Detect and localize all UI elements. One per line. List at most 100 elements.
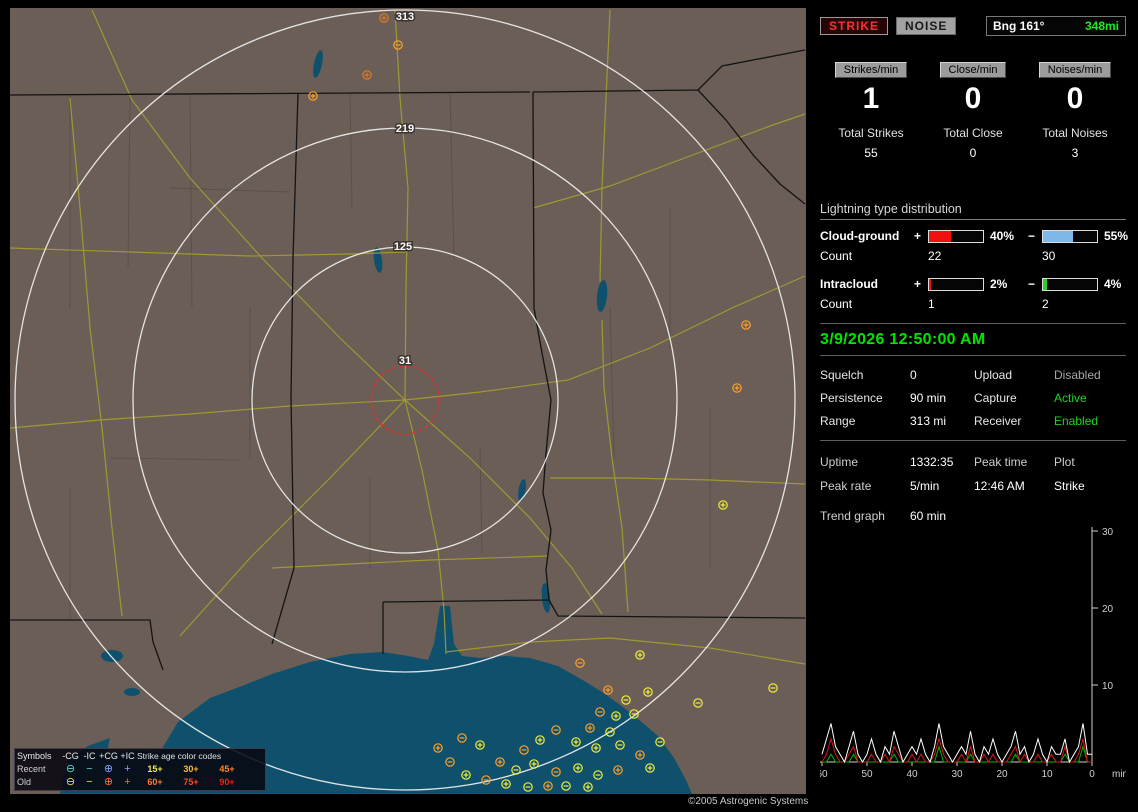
trend-graph: 30 20 10 60 50 40 30 20 10 0 min	[820, 527, 1126, 785]
minus-sign: −	[1028, 277, 1042, 291]
legend-neg-cg-header: -CG	[61, 750, 80, 763]
close-column: Close/min 0 Total Close 0	[922, 62, 1024, 160]
noises-per-min-value: 0	[1024, 84, 1126, 114]
age-90: 90+	[209, 776, 245, 789]
recent-neg-cg-icon: ⊖	[61, 763, 80, 776]
lightning-map[interactable]: 313 219 125 31 Symbols -CG -IC +CG +IC S…	[10, 8, 806, 794]
capture-status: Active	[1054, 391, 1126, 405]
old-pos-cg-icon: ⊕	[99, 776, 118, 789]
upload-status: Disabled	[1054, 368, 1126, 382]
svg-text:20: 20	[996, 769, 1008, 780]
bearing-value: Bng 161°	[993, 19, 1044, 33]
trend-series-strikes-per-min	[822, 724, 1092, 763]
strike-symbol	[394, 41, 402, 49]
divider	[820, 440, 1126, 441]
status-panel: STRIKE NOISE Bng 161° 348mi Strikes/min …	[812, 8, 1130, 804]
noise-indicator-button[interactable]: NOISE	[896, 17, 956, 35]
cg-minus-pct: 55%	[1100, 229, 1128, 243]
ring-label-31: 31	[399, 355, 411, 367]
svg-text:0: 0	[1089, 769, 1095, 780]
total-strikes-label: Total Strikes	[820, 126, 922, 140]
close-per-min-button[interactable]: Close/min	[940, 62, 1007, 78]
indicator-bar: STRIKE NOISE Bng 161° 348mi	[820, 16, 1126, 36]
trend-graph-header: Trend graph 60 min	[820, 509, 1126, 523]
ic-minus-count: 2	[1042, 297, 1100, 311]
divider	[820, 355, 1126, 356]
cloud-ground-count-row: Count 22 30	[820, 249, 1126, 263]
strike-symbol	[742, 321, 750, 329]
divider	[820, 323, 1126, 324]
plot-label: Plot	[1054, 455, 1126, 469]
age-45: 45+	[209, 763, 245, 776]
squelch-label: Squelch	[820, 368, 910, 382]
cloud-ground-label: Cloud-ground	[820, 229, 914, 243]
svg-text:30: 30	[951, 769, 963, 780]
intracloud-row: Intracloud + 2% − 4%	[820, 277, 1126, 291]
uptime-value: 1332:35	[910, 455, 974, 469]
strike-indicator-button[interactable]: STRIKE	[820, 17, 888, 35]
strike-symbol	[576, 659, 584, 667]
rate-counters: Strikes/min 1 Total Strikes 55 Close/min…	[820, 62, 1126, 160]
uptime-label: Uptime	[820, 455, 910, 469]
cg-minus-count: 30	[1042, 249, 1100, 263]
age-75: 75+	[173, 776, 209, 789]
old-neg-ic-icon: −	[80, 776, 99, 789]
road-lines	[10, 10, 805, 664]
age-60: 60+	[137, 776, 173, 789]
peak-rate-value: 5/min	[910, 479, 974, 493]
datetime-display: 3/9/2026 12:50:00 AM	[820, 331, 1126, 349]
legend-old-label: Old	[17, 776, 61, 789]
county-lines	[70, 92, 710, 618]
svg-text:50: 50	[861, 769, 873, 780]
stats-grid: Uptime 1332:35 Peak time Plot Peak rate …	[820, 455, 1126, 493]
total-strikes-value: 55	[820, 146, 922, 160]
trend-window-value: 60 min	[910, 509, 1126, 523]
strike-symbol	[719, 501, 727, 509]
strike-symbol	[644, 688, 652, 696]
ring-label-219: 219	[396, 123, 414, 135]
distribution-title: Lightning type distribution	[820, 202, 1126, 220]
strike-symbol	[622, 696, 630, 704]
legend-pos-cg-header: +CG	[99, 750, 118, 763]
ic-plus-pct: 2%	[986, 277, 1028, 291]
upload-label: Upload	[974, 368, 1054, 382]
recent-pos-cg-icon: ⊕	[99, 763, 118, 776]
strikes-per-min-value: 1	[820, 84, 922, 114]
ic-plus-bar	[928, 278, 984, 291]
squelch-value: 0	[910, 368, 974, 382]
old-pos-ic-icon: +	[118, 776, 137, 789]
peak-rate-label: Peak rate	[820, 479, 910, 493]
ic-minus-bar	[1042, 278, 1098, 291]
intracloud-count-row: Count 1 2	[820, 297, 1126, 311]
recent-neg-ic-icon: −	[80, 763, 99, 776]
total-noises-label: Total Noises	[1024, 126, 1126, 140]
minus-sign: −	[1028, 229, 1042, 243]
close-per-min-value: 0	[922, 84, 1024, 114]
cg-plus-pct: 40%	[986, 229, 1028, 243]
old-neg-cg-icon: ⊖	[61, 776, 80, 789]
map-canvas: 313 219 125 31	[10, 8, 806, 794]
legend-neg-ic-header: -IC	[80, 750, 99, 763]
noises-per-min-button[interactable]: Noises/min	[1039, 62, 1111, 78]
persistence-value: 90 min	[910, 391, 974, 405]
ic-minus-pct: 4%	[1100, 277, 1126, 291]
range-value: 313 mi	[910, 414, 974, 428]
age-30: 30+	[173, 763, 209, 776]
total-close-label: Total Close	[922, 126, 1024, 140]
peak-time-label: Peak time	[974, 455, 1054, 469]
svg-text:60: 60	[820, 769, 828, 780]
svg-text:10: 10	[1102, 681, 1114, 692]
lightning-tracker-app: { "credit": "©2005 Astrogenic Systems", …	[0, 0, 1138, 812]
legend-age-title: Strike age color codes	[137, 750, 245, 763]
strike-symbol	[363, 71, 371, 79]
bearing-display: Bng 161° 348mi	[986, 16, 1126, 36]
receiver-status: Enabled	[1054, 414, 1126, 428]
count-label: Count	[820, 297, 914, 311]
cg-plus-count: 22	[928, 249, 986, 263]
intracloud-label: Intracloud	[820, 277, 914, 291]
strikes-per-min-button[interactable]: Strikes/min	[835, 62, 907, 78]
range-label: Range	[820, 414, 910, 428]
strikes-column: Strikes/min 1 Total Strikes 55	[820, 62, 922, 160]
ring-label-125: 125	[394, 241, 412, 253]
svg-text:40: 40	[906, 769, 918, 780]
